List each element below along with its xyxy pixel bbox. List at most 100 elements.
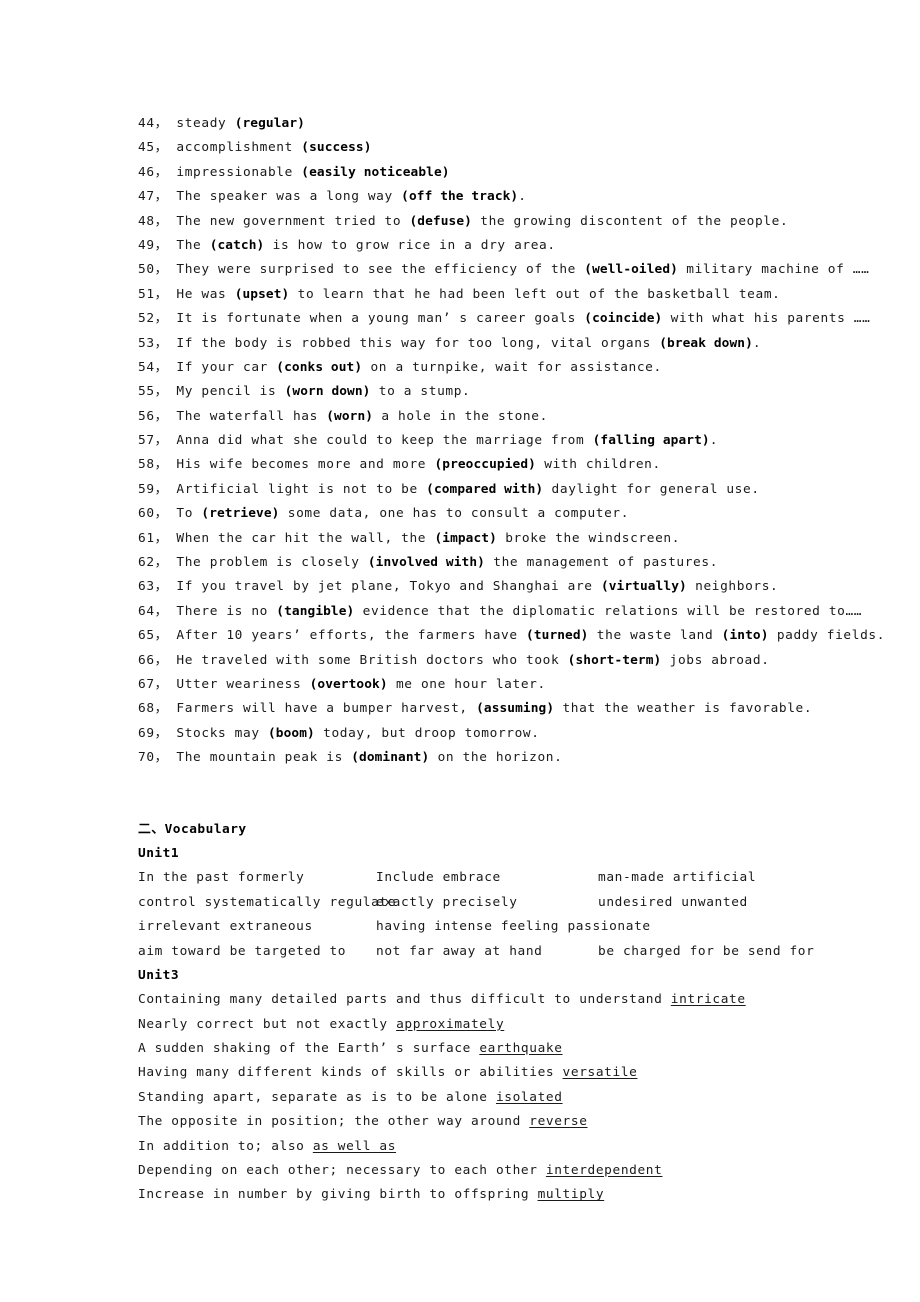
vocabulary-cell: control systematically regulate bbox=[138, 891, 395, 915]
sentence-number: 61， bbox=[138, 530, 169, 546]
sentence-number: 45， bbox=[138, 140, 169, 156]
vocabulary-clue: having intense feeling bbox=[376, 919, 568, 935]
sentence-item: 68， Farmers will have a bumper harvest, … bbox=[138, 697, 838, 721]
sentence-text-after: today, but droop tomorrow. bbox=[314, 725, 540, 741]
sentence-number: 63， bbox=[138, 579, 169, 595]
sentence-item: 57， Anna did what she could to keep the … bbox=[138, 429, 838, 453]
sentence-number: 68， bbox=[138, 701, 169, 717]
sentence-text-before: If you travel by jet plane, Tokyo and Sh… bbox=[168, 579, 601, 595]
sentence-text-after: that the weather is favorable. bbox=[554, 701, 813, 717]
sentence-item: 48， The new government tried to (defuse)… bbox=[138, 210, 838, 234]
sentence-answer-secondary: (into) bbox=[721, 628, 769, 644]
sentence-text-before: Utter weariness bbox=[168, 676, 310, 692]
sentence-item: 63， If you travel by jet plane, Tokyo an… bbox=[138, 575, 838, 599]
sentence-number: 64， bbox=[138, 603, 169, 619]
sentence-answer-list: 44， steady (regular) 45， accomplishment (… bbox=[138, 112, 884, 771]
sentence-number: 55， bbox=[138, 384, 169, 400]
sentence-text-after: to learn that he had been left out of th… bbox=[289, 286, 781, 302]
sentence-answer: (off the track) bbox=[401, 189, 519, 205]
vocabulary-answer: multiply bbox=[537, 1187, 605, 1203]
sentence-answer: (involved with) bbox=[367, 555, 485, 571]
vocabulary-row: control systematically regulate exactly p… bbox=[138, 891, 838, 915]
vocabulary-row: Depending on each other; necessary to ea… bbox=[138, 1159, 838, 1183]
sentence-number: 51， bbox=[138, 286, 169, 302]
vocabulary-clue: In the past bbox=[138, 870, 238, 886]
sentence-item: 50， They were surprised to see the effic… bbox=[138, 258, 869, 282]
sentence-text-after: the management of pastures. bbox=[484, 555, 719, 571]
sentence-item: 52， It is fortunate when a young man’ s … bbox=[138, 307, 870, 331]
sentence-text-after: . bbox=[518, 189, 527, 205]
sentence-item: 65， After 10 years’ efforts, the farmers… bbox=[138, 624, 884, 648]
sentence-number: 65， bbox=[138, 628, 169, 644]
sentence-text-before: The bbox=[168, 237, 210, 253]
sentence-number: 48， bbox=[138, 213, 169, 229]
sentence-text-before: If the body is robbed this way for too l… bbox=[168, 335, 660, 351]
sentence-number: 58， bbox=[138, 457, 169, 473]
sentence-text-after: me one hour later. bbox=[387, 676, 546, 692]
sentence-text-after: . bbox=[709, 433, 719, 449]
sentence-item: 69， Stocks may (boom) today, but droop t… bbox=[138, 722, 838, 746]
sentence-text-after-secondary: paddy fields. bbox=[768, 628, 886, 644]
sentence-answer: (success) bbox=[301, 140, 372, 156]
sentence-text-after: . bbox=[752, 335, 762, 351]
vocabulary-cell: exactly precisely bbox=[376, 891, 598, 915]
sentence-text-before: The waterfall has bbox=[168, 408, 327, 424]
sentence-number: 60， bbox=[138, 506, 169, 522]
sentence-answer: (boom) bbox=[267, 725, 315, 741]
sentence-answer: (short-term) bbox=[567, 652, 662, 668]
vocabulary-row: Having many different kinds of skills or… bbox=[138, 1061, 838, 1085]
document-page: 44， steady (regular) 45， accomplishment (… bbox=[0, 0, 920, 1302]
vocabulary-answer: extraneous bbox=[229, 919, 313, 935]
sentence-text-after: daylight for general use. bbox=[543, 481, 760, 497]
sentence-item: 66， He traveled with some British doctor… bbox=[138, 649, 838, 673]
sentence-text-before: It is fortunate when a young man’ s care… bbox=[168, 311, 585, 327]
sentence-text-before: accomplishment bbox=[168, 140, 302, 156]
vocabulary-clue: undesired bbox=[598, 894, 682, 910]
sentence-text-before: There is no bbox=[168, 603, 277, 619]
sentence-answer: (well-oiled) bbox=[584, 262, 678, 278]
sentence-item: 58， His wife becomes more and more (preo… bbox=[138, 453, 838, 477]
sentence-text-after: neighbors. bbox=[686, 579, 779, 595]
vocabulary-answer: earthquake bbox=[479, 1041, 563, 1057]
vocabulary-row: In addition to; also as well as bbox=[138, 1135, 838, 1159]
sentence-item: 67， Utter weariness (overtook) me one ho… bbox=[138, 673, 838, 697]
sentence-number: 62， bbox=[138, 555, 169, 571]
vocabulary-clue: man-made bbox=[598, 870, 673, 886]
vocabulary-row: In the past formerly Include embrace man-… bbox=[138, 866, 838, 890]
sentence-number: 53， bbox=[138, 335, 169, 351]
sentence-answer: (turned) bbox=[526, 628, 589, 644]
sentence-text-after: broke the windscreen. bbox=[496, 530, 681, 546]
sentence-text-before: steady bbox=[168, 116, 235, 131]
sentence-item: 62， The problem is closely (involved wit… bbox=[138, 551, 838, 575]
sentence-number: 50， bbox=[138, 262, 169, 278]
vocabulary-row: Standing apart, separate as is to be alo… bbox=[138, 1086, 838, 1110]
vocabulary-row: Containing many detailed parts and thus … bbox=[138, 988, 838, 1012]
vocabulary-answer: formerly bbox=[237, 870, 305, 886]
sentence-text-after: the growing discontent of the people. bbox=[471, 213, 789, 229]
sentence-text-before: The mountain peak is bbox=[168, 750, 352, 766]
sentence-item: 53， If the body is robbed this way for t… bbox=[138, 332, 838, 356]
vocabulary-row: aim toward be targeted to not far away at… bbox=[138, 940, 838, 964]
sentence-text-before: Artificial light is not to be bbox=[168, 481, 427, 497]
vocabulary-clue: The opposite in position; the other way … bbox=[138, 1114, 530, 1130]
vocabulary-row: Increase in number by giving birth to of… bbox=[138, 1183, 838, 1207]
unit3-rows: Containing many detailed parts and thus … bbox=[138, 988, 838, 1208]
sentence-text-before: Farmers will have a bumper harvest, bbox=[168, 701, 477, 717]
sentence-answer: (overtook) bbox=[309, 676, 388, 692]
sentence-answer: (compared with) bbox=[426, 481, 544, 497]
sentence-text-before: Anna did what she could to keep the marr… bbox=[168, 433, 593, 449]
vocabulary-row: Nearly correct but not exactly approxima… bbox=[138, 1013, 838, 1037]
vocabulary-clue: irrelevant bbox=[138, 919, 230, 935]
sentence-answer: (upset) bbox=[234, 286, 290, 302]
sentence-text-before: After 10 years’ efforts, the farmers hav… bbox=[168, 628, 527, 644]
sentence-answer: (regular) bbox=[234, 116, 305, 131]
sentence-item: 46， impressionable (easily noticeable) bbox=[138, 161, 838, 185]
vocabulary-clue: Standing apart, separate as is to be alo… bbox=[138, 1089, 496, 1105]
vocabulary-cell: not far away at hand bbox=[376, 940, 598, 964]
sentence-answer: (retrieve) bbox=[201, 506, 280, 522]
sentence-item: 56， The waterfall has (worn) a hole in t… bbox=[138, 405, 838, 429]
sentence-item: 54， If your car (conks out) on a turnpik… bbox=[138, 356, 838, 380]
sentence-item: 61， When the car hit the wall, the (impa… bbox=[138, 527, 838, 551]
vocabulary-answer: intricate bbox=[670, 992, 746, 1008]
